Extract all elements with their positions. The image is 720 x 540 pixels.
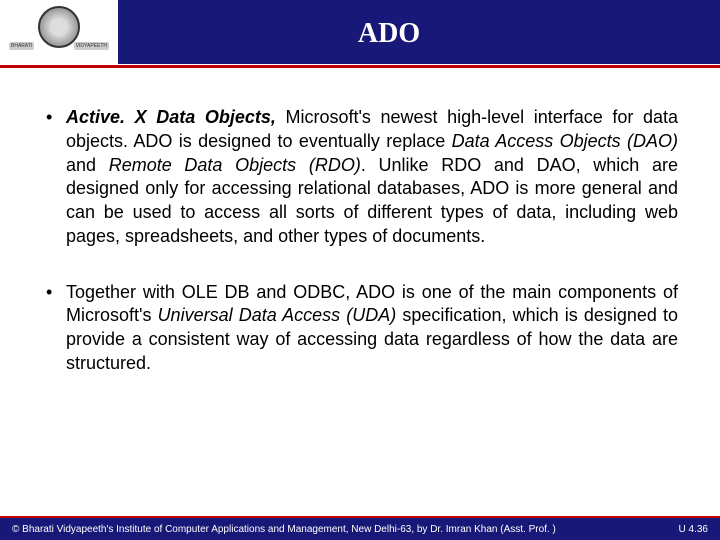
bullet-marker-icon: • xyxy=(42,281,66,376)
italic-term: Universal Data Access (UDA) xyxy=(158,305,397,325)
bullet-marker-icon: • xyxy=(42,106,66,249)
lead-term: Active. X Data Objects, xyxy=(66,107,276,127)
slide-header: BHARATI VIDYAPEETH ADO xyxy=(0,0,720,68)
bullet-item: • Active. X Data Objects, Microsoft's ne… xyxy=(42,106,678,249)
logo-container: BHARATI VIDYAPEETH xyxy=(0,0,118,68)
slide-footer: © Bharati Vidyapeeth's Institute of Comp… xyxy=(0,516,720,540)
logo-right-text: VIDYAPEETH xyxy=(74,42,109,50)
logo-left-text: BHARATI xyxy=(9,42,34,50)
bullet-item: • Together with OLE DB and ODBC, ADO is … xyxy=(42,281,678,376)
bullet-text: Together with OLE DB and ODBC, ADO is on… xyxy=(66,281,678,376)
header-divider xyxy=(0,64,720,68)
institution-logo: BHARATI VIDYAPEETH xyxy=(9,6,109,62)
slide-body: • Active. X Data Objects, Microsoft's ne… xyxy=(0,68,720,428)
slide-title: ADO xyxy=(118,18,720,50)
footer-page-ref: U 4.36 xyxy=(679,524,708,535)
bullet-text: Active. X Data Objects, Microsoft's newe… xyxy=(66,106,678,249)
logo-banner: BHARATI VIDYAPEETH xyxy=(9,38,109,54)
italic-term: Data Access Objects (DAO) xyxy=(452,131,678,151)
italic-term: Remote Data Objects (RDO) xyxy=(109,155,361,175)
footer-copyright: © Bharati Vidyapeeth's Institute of Comp… xyxy=(12,524,556,535)
text-segment: and xyxy=(66,155,109,175)
